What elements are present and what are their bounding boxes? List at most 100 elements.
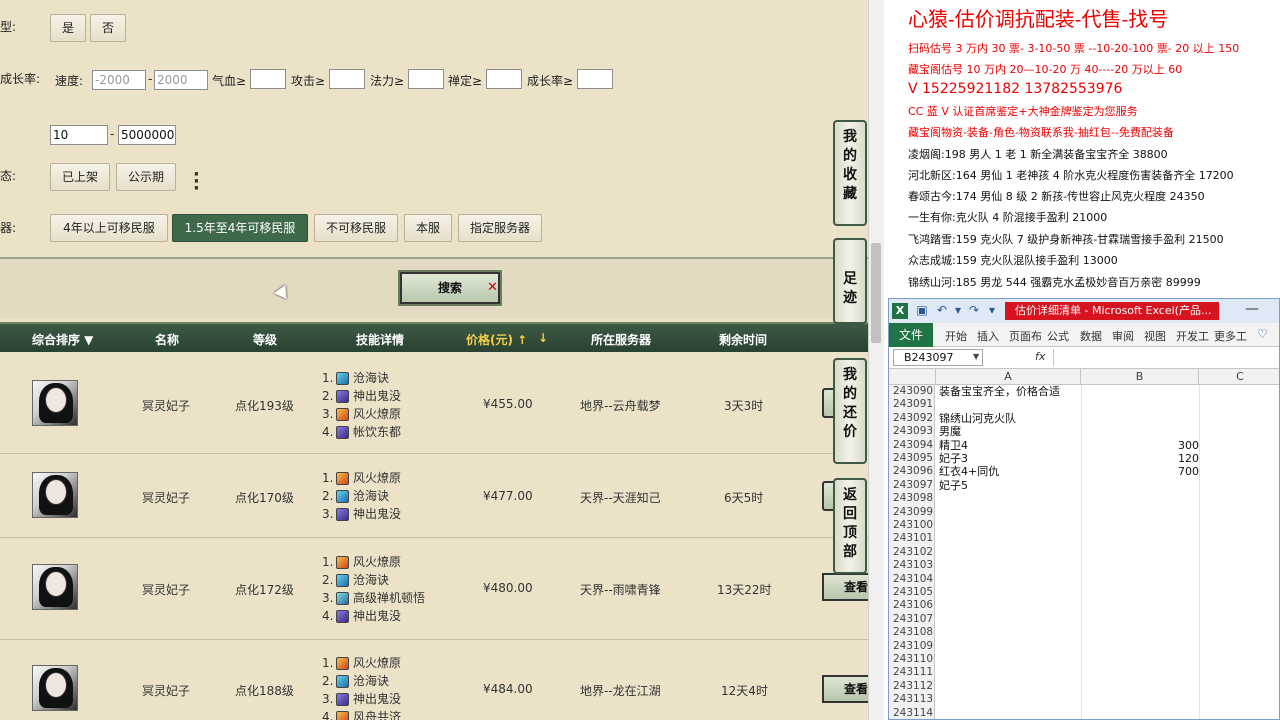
zen-input[interactable]: [486, 69, 522, 89]
tab-review[interactable]: 审阅: [1112, 328, 1134, 344]
column-header-c[interactable]: C: [1199, 369, 1279, 385]
table-row[interactable]: 冥灵妃子 点化193级 1. 沧海诀 2. 神出鬼没 3. 风火燎原 4. 帐饮东都 ¥…: [0, 354, 868, 454]
cell-a[interactable]: 男魔: [939, 425, 961, 438]
spreadsheet-row[interactable]: 243108: [889, 626, 1279, 640]
sort-composite-header[interactable]: 综合排序 ▼: [32, 331, 93, 348]
attack-input[interactable]: [329, 69, 365, 89]
spreadsheet-row[interactable]: 243099: [889, 505, 1279, 519]
spreadsheet-row[interactable]: 243105: [889, 586, 1279, 600]
tab-home[interactable]: 开始: [945, 328, 967, 344]
row-number[interactable]: 243106: [889, 599, 935, 613]
spreadsheet-row[interactable]: 243093 男魔: [889, 425, 1279, 439]
row-number[interactable]: 243103: [889, 559, 935, 573]
row-number[interactable]: 243101: [889, 532, 935, 546]
row-number[interactable]: 243091: [889, 398, 935, 412]
magic-input[interactable]: [408, 69, 444, 89]
row-number[interactable]: 243111: [889, 666, 935, 680]
range-max-input[interactable]: 5000000: [118, 125, 176, 145]
migrate-1-5y-button[interactable]: 1.5年至4年可移民服: [172, 214, 308, 242]
spreadsheet-row[interactable]: 243106: [889, 599, 1279, 613]
on-shelf-button[interactable]: 已上架: [50, 163, 110, 191]
row-number[interactable]: 243090: [889, 385, 935, 399]
page-scrollbar[interactable]: [868, 0, 884, 720]
tab-insert[interactable]: 插入: [977, 328, 999, 344]
spreadsheet-row[interactable]: 243100: [889, 519, 1279, 533]
spreadsheet-grid[interactable]: A B C 243090 装备宝宝齐全，价格合适 243091 243092 锦绣山河克…: [889, 369, 1279, 719]
price-sort-desc-icon[interactable]: ↓: [538, 331, 548, 345]
spreadsheet-row[interactable]: 243090 装备宝宝齐全，价格合适: [889, 385, 1279, 399]
tab-page-layout[interactable]: 页面布: [1009, 328, 1042, 344]
row-number[interactable]: 243093: [889, 425, 935, 439]
row-number[interactable]: 243110: [889, 653, 935, 667]
spreadsheet-row[interactable]: 243097 妃子5: [889, 478, 1279, 493]
range-min-input[interactable]: 10: [50, 125, 108, 145]
cell-a[interactable]: 锦绣山河克火队: [939, 412, 1016, 425]
cell-b[interactable]: 300: [1081, 439, 1199, 452]
growth-input[interactable]: [577, 69, 613, 89]
footprint-tab[interactable]: 足迹: [833, 238, 867, 324]
spreadsheet-row[interactable]: 243092 锦绣山河克火队: [889, 411, 1279, 426]
spreadsheet-row[interactable]: 243114: [889, 706, 1279, 719]
row-number[interactable]: 243095: [889, 452, 935, 466]
table-row[interactable]: 冥灵妃子 点化172级 1. 风火燎原 2. 沧海诀 3. 高级禅机顿悟 4. 神出鬼没…: [0, 539, 868, 640]
row-number[interactable]: 243097: [889, 478, 935, 493]
spreadsheet-row[interactable]: 243109: [889, 639, 1279, 653]
save-icon[interactable]: ▣: [915, 303, 929, 317]
undo-icon[interactable]: ↶: [935, 303, 949, 317]
row-number[interactable]: 243107: [889, 612, 935, 627]
price-header[interactable]: 价格(元) ↑: [466, 331, 527, 348]
spreadsheet-row[interactable]: 243104: [889, 572, 1279, 586]
view-button[interactable]: 查看: [822, 675, 868, 703]
public-period-button[interactable]: 公示期: [116, 163, 176, 191]
spreadsheet-row[interactable]: 243095 妃子3 120: [889, 452, 1279, 466]
row-number[interactable]: 243102: [889, 545, 935, 560]
spreadsheet-row[interactable]: 243101: [889, 532, 1279, 546]
tab-formulas[interactable]: 公式: [1047, 328, 1069, 344]
spreadsheet-row[interactable]: 243111: [889, 666, 1279, 680]
back-to-top-tab[interactable]: 返回顶部: [833, 478, 867, 574]
my-bargain-tab[interactable]: 我的还价: [833, 358, 867, 464]
spreadsheet-row[interactable]: 243098: [889, 492, 1279, 506]
heart-icon[interactable]: ♡: [1257, 327, 1268, 341]
spreadsheet-row[interactable]: 243113: [889, 693, 1279, 707]
spreadsheet-row[interactable]: 243094 精卫4 300: [889, 438, 1279, 452]
specify-server-button[interactable]: 指定服务器: [458, 214, 542, 242]
spreadsheet-row[interactable]: 243103: [889, 559, 1279, 573]
chevron-down-icon[interactable]: ▼: [973, 352, 979, 361]
cell-a[interactable]: 妃子3: [939, 452, 968, 465]
name-box[interactable]: B243097: [893, 349, 983, 366]
speed-max-input[interactable]: 2000: [154, 70, 208, 90]
hp-input[interactable]: [250, 69, 286, 89]
fx-icon[interactable]: fx: [1035, 350, 1045, 363]
row-number[interactable]: 243100: [889, 519, 935, 533]
row-number[interactable]: 243113: [889, 693, 935, 707]
row-number[interactable]: 243108: [889, 626, 935, 640]
this-server-button[interactable]: 本服: [404, 214, 452, 242]
column-header-a[interactable]: A: [936, 369, 1081, 385]
tab-more-tools[interactable]: 更多工: [1214, 328, 1247, 344]
row-number[interactable]: 243104: [889, 572, 935, 586]
migrate-4y-button[interactable]: 4年以上可移民服: [50, 214, 168, 242]
tab-view[interactable]: 视图: [1144, 328, 1166, 344]
cell-b[interactable]: 120: [1081, 452, 1199, 465]
chevron-down-icon[interactable]: ▾: [951, 303, 965, 317]
row-number[interactable]: 243112: [889, 679, 935, 694]
my-favorites-tab[interactable]: 我的收藏: [833, 120, 867, 226]
customize-toolbar-icon[interactable]: ▾: [985, 303, 999, 317]
row-number[interactable]: 243114: [889, 706, 935, 719]
row-number[interactable]: 243092: [889, 411, 935, 426]
speed-min-input[interactable]: -2000: [92, 70, 146, 90]
more-options-icon[interactable]: · · ·: [193, 166, 203, 198]
scrollbar-thumb[interactable]: [871, 243, 881, 343]
row-number[interactable]: 243098: [889, 492, 935, 506]
tab-data[interactable]: 数据: [1080, 328, 1102, 344]
search-button[interactable]: 搜索: [398, 270, 502, 306]
cell-a[interactable]: 装备宝宝齐全，价格合适: [939, 385, 1060, 398]
table-row[interactable]: 冥灵妃子 点化170级 1. 风火燎原 2. 沧海诀 3. 神出鬼没 ¥477.00 …: [0, 455, 868, 538]
type-yes-button[interactable]: 是: [50, 14, 86, 42]
spreadsheet-row[interactable]: 243102: [889, 545, 1279, 560]
cell-b[interactable]: 700: [1081, 465, 1199, 478]
excel-window[interactable]: X ▣ ↶ ▾ ↷ ▾ 估价详细清单 - Microsoft Excel(产品.…: [888, 298, 1280, 720]
cell-a[interactable]: 精卫4: [939, 439, 968, 452]
tab-developer[interactable]: 开发工: [1176, 328, 1209, 344]
